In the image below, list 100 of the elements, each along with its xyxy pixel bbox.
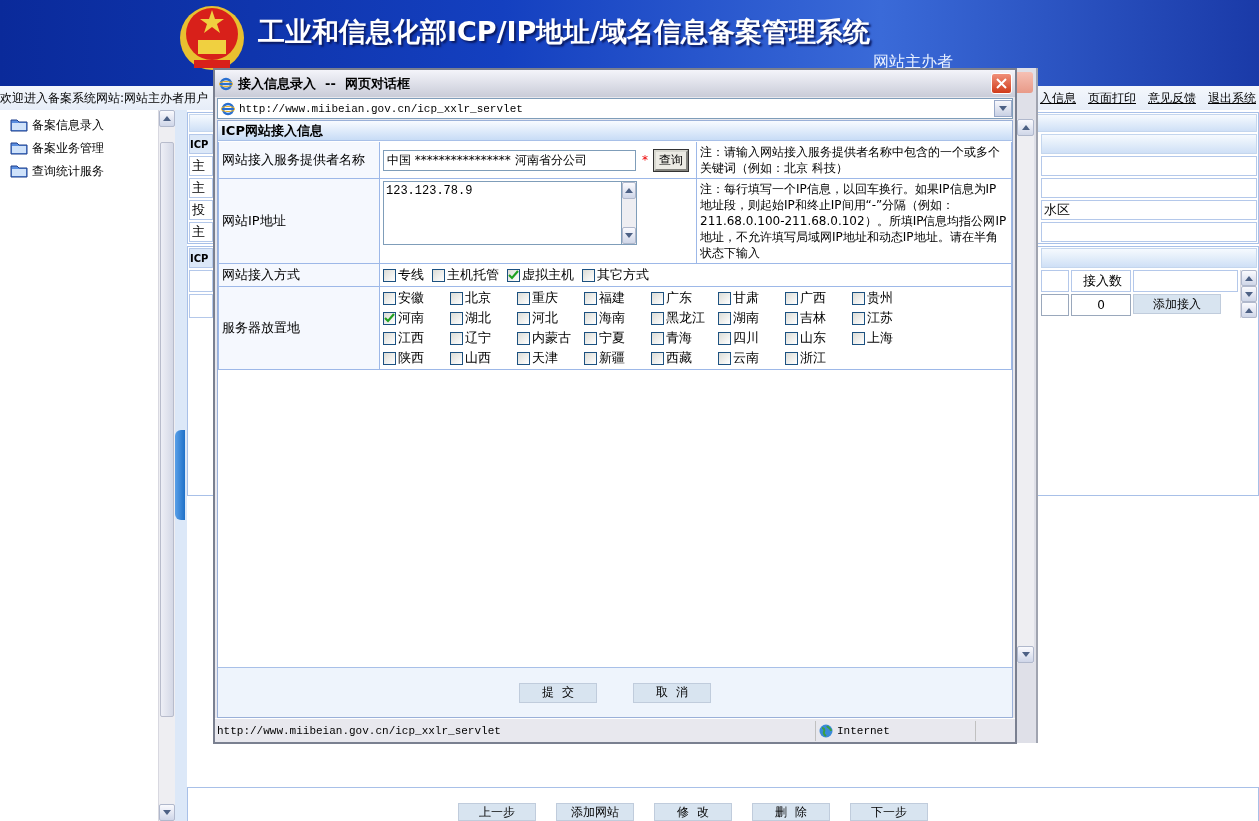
checkbox[interactable] bbox=[852, 331, 865, 345]
checkbox-option[interactable]: 天津 bbox=[517, 349, 584, 367]
sidebar-item[interactable]: 备案业务管理 bbox=[10, 139, 158, 157]
checkbox-option[interactable]: 虚拟主机 bbox=[507, 266, 574, 284]
checkbox[interactable] bbox=[785, 331, 798, 345]
checkbox[interactable] bbox=[852, 291, 865, 305]
nav-link[interactable]: 页面打印 bbox=[1088, 89, 1136, 107]
checkbox[interactable] bbox=[584, 331, 597, 345]
checkbox[interactable] bbox=[517, 331, 530, 345]
checkbox-option[interactable]: 广东 bbox=[651, 289, 718, 307]
sidebar-item[interactable]: 查询统计服务 bbox=[10, 162, 158, 180]
checkbox[interactable] bbox=[450, 311, 463, 325]
nav-link[interactable]: 退出系统 bbox=[1208, 89, 1256, 107]
close-button[interactable] bbox=[991, 73, 1012, 94]
checkbox-option[interactable]: 甘肃 bbox=[718, 289, 785, 307]
checkbox-option[interactable]: 西藏 bbox=[651, 349, 718, 367]
checkbox-option[interactable]: 黑龙江 bbox=[651, 309, 718, 327]
checkbox-option[interactable]: 宁夏 bbox=[584, 329, 651, 347]
checkbox[interactable] bbox=[383, 351, 396, 365]
checkbox[interactable] bbox=[651, 291, 664, 305]
checkbox-option[interactable]: 其它方式 bbox=[582, 266, 649, 284]
checkbox[interactable] bbox=[584, 311, 597, 325]
scroll-up-icon[interactable] bbox=[163, 116, 171, 121]
checkbox[interactable] bbox=[651, 351, 664, 365]
checkbox-option[interactable]: 青海 bbox=[651, 329, 718, 347]
checkbox-option[interactable]: 云南 bbox=[718, 349, 785, 367]
checkbox[interactable] bbox=[785, 311, 798, 325]
step-button[interactable]: 下一步 bbox=[850, 803, 928, 821]
checkbox[interactable] bbox=[584, 351, 597, 365]
checkbox-option[interactable]: 新疆 bbox=[584, 349, 651, 367]
checkbox-option[interactable]: 广西 bbox=[785, 289, 852, 307]
checkbox-option[interactable]: 海南 bbox=[584, 309, 651, 327]
checkbox-option[interactable]: 福建 bbox=[584, 289, 651, 307]
checkbox-option[interactable]: 湖南 bbox=[718, 309, 785, 327]
checkbox[interactable] bbox=[718, 291, 731, 305]
add-access-button[interactable]: 添加接入 bbox=[1133, 294, 1221, 314]
checkbox-option[interactable]: 辽宁 bbox=[450, 329, 517, 347]
checkbox[interactable] bbox=[450, 331, 463, 345]
step-button[interactable]: 修 改 bbox=[654, 803, 732, 821]
checkbox[interactable] bbox=[718, 331, 731, 345]
splitter[interactable] bbox=[175, 110, 187, 821]
checkbox[interactable] bbox=[383, 291, 396, 305]
checkbox[interactable] bbox=[383, 311, 396, 325]
checkbox-option[interactable]: 贵州 bbox=[852, 289, 919, 307]
ip-field[interactable]: 123.123.78.9 bbox=[383, 181, 621, 245]
input-field[interactable] bbox=[1041, 294, 1069, 316]
checkbox-option[interactable]: 主机托管 bbox=[432, 266, 499, 284]
provider-field[interactable]: 中国 **************** 河南省分公司 bbox=[383, 149, 636, 171]
address-bar[interactable]: http://www.miibeian.gov.cn/icp_xxlr_servlet bbox=[217, 98, 1013, 119]
checkbox-option[interactable]: 四川 bbox=[718, 329, 785, 347]
nav-link[interactable]: 入信息 bbox=[1040, 89, 1076, 107]
checkbox[interactable] bbox=[517, 351, 530, 365]
checkbox[interactable] bbox=[517, 291, 530, 305]
checkbox-option[interactable]: 山东 bbox=[785, 329, 852, 347]
scroll-down-icon[interactable] bbox=[999, 106, 1007, 111]
scroll-up-icon[interactable] bbox=[1245, 275, 1253, 281]
step-button[interactable]: 删 除 bbox=[752, 803, 830, 821]
dialog-button[interactable]: 提 交 bbox=[519, 682, 597, 703]
checkbox-option[interactable]: 江西 bbox=[383, 329, 450, 347]
scrollbar[interactable] bbox=[621, 181, 637, 245]
checkbox-option[interactable]: 河北 bbox=[517, 309, 584, 327]
scroll-down-icon[interactable] bbox=[163, 810, 171, 815]
step-button[interactable]: 上一步 bbox=[458, 803, 536, 821]
checkbox-option[interactable]: 陕西 bbox=[383, 349, 450, 367]
checkbox[interactable] bbox=[651, 311, 664, 325]
checkbox[interactable] bbox=[852, 311, 865, 325]
sidebar-item[interactable]: 备案信息录入 bbox=[10, 116, 158, 134]
checkbox[interactable] bbox=[383, 331, 396, 345]
scroll-up-icon[interactable] bbox=[625, 188, 633, 193]
count-field[interactable]: 0 bbox=[1071, 294, 1131, 316]
checkbox-option[interactable]: 浙江 bbox=[785, 349, 852, 367]
checkbox[interactable] bbox=[383, 268, 396, 282]
checkbox-option[interactable]: 上海 bbox=[852, 329, 919, 347]
nav-link[interactable]: 意见反馈 bbox=[1148, 89, 1196, 107]
scroll-up-icon[interactable] bbox=[1021, 125, 1030, 130]
checkbox[interactable] bbox=[718, 311, 731, 325]
checkbox[interactable] bbox=[584, 291, 597, 305]
checkbox-option[interactable]: 山西 bbox=[450, 349, 517, 367]
checkbox[interactable] bbox=[651, 331, 664, 345]
checkbox-option[interactable]: 吉林 bbox=[785, 309, 852, 327]
checkbox-option[interactable]: 江苏 bbox=[852, 309, 919, 327]
scroll-down-icon[interactable] bbox=[1245, 291, 1253, 297]
step-button[interactable]: 添加网站 bbox=[556, 803, 634, 821]
checkbox-option[interactable]: 北京 bbox=[450, 289, 517, 307]
checkbox[interactable] bbox=[582, 268, 595, 282]
query-button[interactable]: 查询 bbox=[654, 149, 688, 171]
dropdown-icon[interactable] bbox=[994, 100, 1012, 117]
scroll-down-icon[interactable] bbox=[625, 233, 633, 238]
checkbox-option[interactable]: 安徽 bbox=[383, 289, 450, 307]
scrollbar[interactable] bbox=[1017, 119, 1034, 663]
checkbox[interactable] bbox=[450, 291, 463, 305]
scroll-down-icon[interactable] bbox=[1021, 652, 1030, 657]
checkbox-option[interactable]: 湖北 bbox=[450, 309, 517, 327]
scroll-up-icon[interactable] bbox=[1245, 307, 1253, 313]
checkbox-option[interactable]: 河南 bbox=[383, 309, 450, 327]
checkbox-option[interactable]: 内蒙古 bbox=[517, 329, 584, 347]
checkbox[interactable] bbox=[450, 351, 463, 365]
checkbox[interactable] bbox=[507, 268, 520, 282]
checkbox[interactable] bbox=[432, 268, 445, 282]
checkbox[interactable] bbox=[785, 291, 798, 305]
